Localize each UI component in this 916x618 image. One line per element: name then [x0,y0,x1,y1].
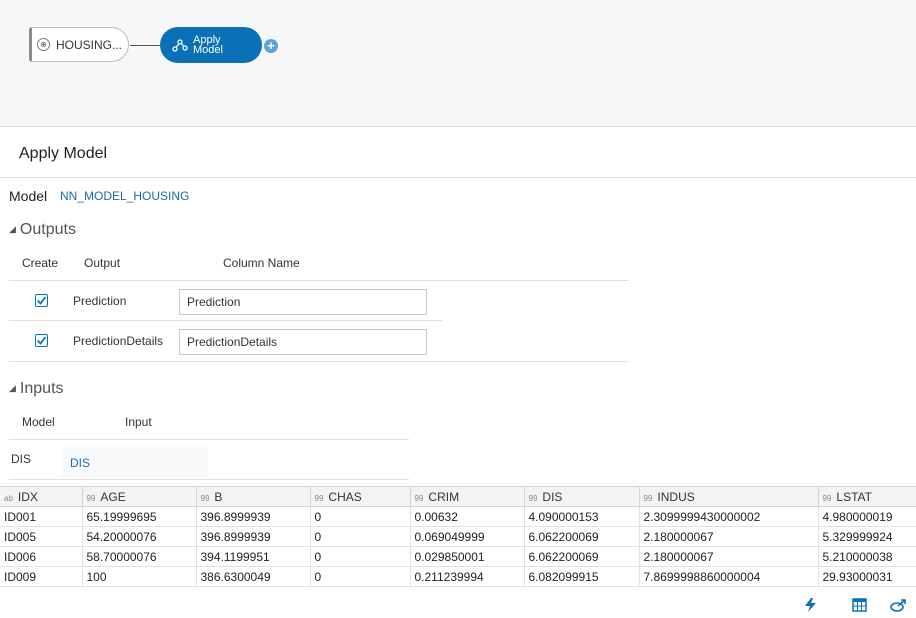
output-name: Prediction [73,294,127,308]
table-icon[interactable] [851,597,869,613]
table-cell: 2.3099999430000002 [639,506,819,527]
table-cell: 2.180000067 [639,526,819,547]
column-header[interactable]: 99 DIS [524,487,640,507]
column-name-input[interactable] [179,329,427,355]
table-cell: 7.8699998860000004 [639,566,819,587]
table-cell: 0 [310,566,411,587]
table-cell: 396.8999939 [196,506,311,527]
table-cell: 0.069049999 [410,526,525,547]
refresh-lightning-icon[interactable] [802,597,820,613]
grid-header-row: ab IDX 99 AGE 99 B 99 CHAS 99 CRIM 99 DIS 99 IN… [0,487,916,507]
create-checkbox-prediction-details[interactable] [35,334,48,347]
collapse-triangle-icon: ◢ [9,224,16,234]
checkmark-icon [36,336,47,345]
column-header[interactable]: 99 LSTAT [818,487,916,507]
column-name-input[interactable] [179,289,427,315]
output-name: PredictionDetails [73,334,164,348]
table-cell: ID001 [0,506,83,527]
table-cell: 386.6300049 [196,566,311,587]
table-cell: 6.082099915 [524,566,640,587]
table-row[interactable]: ID005 54.20000076 396.8999939 0 0.069049999 6… [0,526,916,547]
table-cell: 0 [310,546,411,567]
table-cell: 0 [310,526,411,547]
data-preview-grid: ab IDX 99 AGE 99 B 99 CHAS 99 CRIM 99 DIS 99 IN… [0,486,916,587]
table-cell: ID006 [0,546,83,567]
table-cell: 29.93000031 [818,566,916,587]
link-icon[interactable] [889,597,907,613]
column-header[interactable]: 99 B [196,487,311,507]
table-row[interactable]: ID001 65.19999695 396.8999939 0 0.00632 4.090… [0,506,916,527]
node-connector [130,45,160,46]
table-cell: 0.211239994 [410,566,525,587]
table-cell: 396.8999939 [196,526,311,547]
column-header[interactable]: 99 INDUS [639,487,819,507]
column-header[interactable]: 99 CHAS [310,487,411,507]
table-cell: 5.329999924 [818,526,916,547]
table-cell: 58.70000076 [82,546,197,567]
table-cell: 4.090000153 [524,506,640,527]
column-header[interactable]: ab IDX [0,487,83,507]
inputs-header-input: Input [125,415,152,429]
table-cell: 54.20000076 [82,526,197,547]
workflow-canvas[interactable]: ⊕ HOUSING... Apply Model + [0,0,916,127]
column-header[interactable]: 99 CRIM [410,487,525,507]
table-cell: ID005 [0,526,83,547]
column-header[interactable]: 99 AGE [82,487,197,507]
outputs-section-toggle[interactable]: ◢ Outputs [9,221,76,239]
divider [0,177,916,178]
divider [9,479,409,480]
add-node-icon[interactable]: + [264,39,278,53]
table-cell: 6.062200069 [524,546,640,567]
panel-title: Apply Model [19,145,108,162]
housing-node-label: HOUSING... [56,37,123,52]
input-model-attribute: DIS [11,452,32,466]
housing-data-node[interactable]: ⊕ HOUSING... [29,27,129,62]
table-cell: 65.19999695 [82,506,197,527]
table-cell: 0.029850001 [410,546,525,567]
table-cell: ID009 [0,566,83,587]
outputs-header-create: Create [22,256,59,270]
table-cell: 0.00632 [410,506,525,527]
table-cell: 0 [310,506,411,527]
table-cell: 6.062200069 [524,526,640,547]
table-cell: 100 [82,566,197,587]
model-link[interactable]: NN_MODEL_HOUSING [60,189,189,203]
apply-model-icon [172,39,188,52]
collapse-triangle-icon: ◢ [9,383,16,393]
apply-model-node-label: Apply Model [193,34,223,56]
divider [9,320,442,321]
table-cell: 394.1199951 [196,546,311,567]
inputs-section-toggle[interactable]: ◢ Inputs [9,380,64,398]
inputs-header-model: Model [22,415,55,429]
divider [9,280,629,281]
apply-model-node[interactable]: Apply Model [160,27,262,63]
table-cell: 2.180000067 [639,546,819,567]
outputs-header-column-name: Column Name [223,256,300,270]
divider [9,361,629,362]
table-cell: 4.980000019 [818,506,916,527]
data-source-icon: ⊕ [37,38,50,51]
table-row[interactable]: ID006 58.70000076 394.1199951 0 0.029850001 6… [0,546,916,567]
divider [9,439,409,440]
checkmark-icon [36,296,47,305]
outputs-header-output: Output [84,256,121,270]
input-attribute-link[interactable]: DIS [70,456,90,470]
create-checkbox-prediction[interactable] [35,294,48,307]
table-row[interactable]: ID009 100 386.6300049 0 0.211239994 6.0820999… [0,566,916,587]
model-label: Model [9,188,48,204]
table-cell: 5.210000038 [818,546,916,567]
